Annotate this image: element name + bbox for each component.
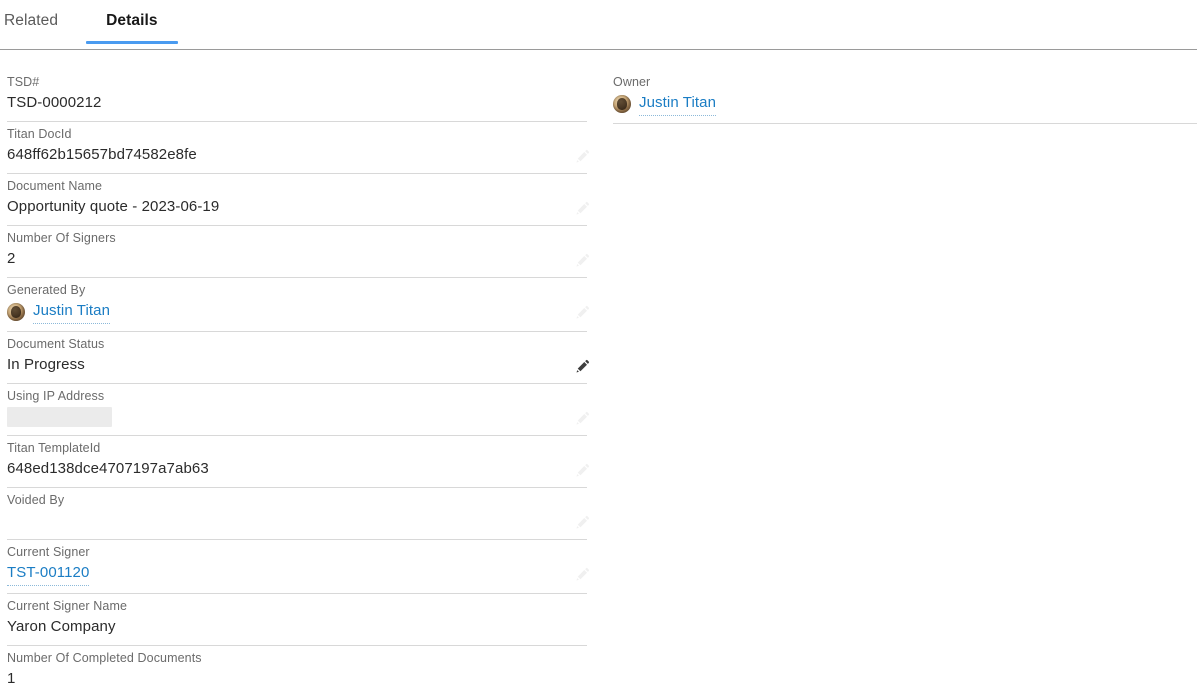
record-tab-bar: Related Details xyxy=(0,0,1197,50)
field-current-signer: Current Signer TST-001120 xyxy=(7,540,589,594)
link-current-signer[interactable]: TST-001120 xyxy=(7,562,90,586)
text-current-signer-name: Yaron Company xyxy=(7,618,116,635)
field-value-owner: Justin Titan xyxy=(613,90,1197,116)
field-tsd: TSD# TSD-0000212 xyxy=(7,70,587,122)
text-titan-docid: 648ff62b15657bd74582e8fe xyxy=(7,146,197,163)
detail-column-right: Owner Justin Titan xyxy=(600,70,1197,692)
field-using-ip-address: Using IP Address xyxy=(7,384,589,436)
detail-column-left: TSD# TSD-0000212 Titan DocId 648ff62b15657b… xyxy=(0,70,600,692)
text-number-of-completed-documents: 1 xyxy=(7,670,16,687)
field-label-owner: Owner xyxy=(613,75,651,89)
field-number-of-signers: Number Of Signers 2 xyxy=(7,226,589,278)
edit-pencil-icon-titan-templateid[interactable] xyxy=(571,459,593,481)
field-titan-docid: Titan DocId 648ff62b15657bd74582e8fe xyxy=(7,122,589,174)
field-label-current-signer-name: Current Signer Name xyxy=(7,599,128,613)
tab-related[interactable]: Related xyxy=(4,0,84,43)
text-titan-templateid: 648ed138dce4707197a7ab63 xyxy=(7,460,209,477)
edit-pencil-icon-number-of-signers[interactable] xyxy=(571,249,593,271)
tab-details-label: Details xyxy=(106,12,158,29)
field-owner: Owner Justin Titan xyxy=(613,70,1197,124)
link-owner[interactable]: Justin Titan xyxy=(639,92,717,116)
edit-pencil-icon-titan-docid[interactable] xyxy=(571,145,593,167)
edit-pencil-icon-document-status[interactable] xyxy=(571,355,593,377)
tab-details[interactable]: Details xyxy=(84,0,180,44)
tab-related-label: Related xyxy=(4,12,59,29)
field-value-titan-templateid: 648ed138dce4707197a7ab63 xyxy=(7,456,587,480)
edit-pencil-icon-current-signer[interactable] xyxy=(571,563,593,585)
field-label-titan-docid: Titan DocId xyxy=(7,127,72,141)
field-label-generated-by: Generated By xyxy=(7,283,86,297)
edit-pencil-icon-document-name[interactable] xyxy=(571,197,593,219)
field-current-signer-name: Current Signer Name Yaron Company xyxy=(7,594,587,646)
field-label-using-ip-address: Using IP Address xyxy=(7,389,105,403)
field-value-titan-docid: 648ff62b15657bd74582e8fe xyxy=(7,142,587,166)
text-document-name: Opportunity quote - 2023-06-19 xyxy=(7,198,220,215)
field-document-status: Document Status In Progress xyxy=(7,332,589,384)
field-value-using-ip-address xyxy=(7,404,587,428)
field-value-number-of-completed-documents: 1 xyxy=(7,666,587,690)
field-label-document-status: Document Status xyxy=(7,337,105,351)
field-label-current-signer: Current Signer xyxy=(7,545,90,559)
user-avatar-icon xyxy=(7,303,25,321)
field-value-tsd: TSD-0000212 xyxy=(7,90,587,114)
field-value-current-signer-name: Yaron Company xyxy=(7,614,587,638)
field-value-generated-by: Justin Titan xyxy=(7,298,587,324)
field-label-number-of-completed-documents: Number Of Completed Documents xyxy=(7,651,202,665)
edit-pencil-icon-generated-by[interactable] xyxy=(571,301,593,323)
field-label-tsd: TSD# xyxy=(7,75,40,89)
link-generated-by[interactable]: Justin Titan xyxy=(33,300,111,324)
field-generated-by: Generated By Justin Titan xyxy=(7,278,589,332)
field-document-name: Document Name Opportunity quote - 2023-06… xyxy=(7,174,589,226)
text-number-of-signers: 2 xyxy=(7,250,16,267)
field-label-document-name: Document Name xyxy=(7,179,103,193)
field-value-document-name: Opportunity quote - 2023-06-19 xyxy=(7,194,587,218)
loading-placeholder-using-ip-address xyxy=(7,407,112,427)
field-value-current-signer: TST-001120 xyxy=(7,560,587,586)
text-document-status: In Progress xyxy=(7,356,85,373)
field-titan-templateid: Titan TemplateId 648ed138dce4707197a7ab63 xyxy=(7,436,589,488)
field-label-voided-by: Voided By xyxy=(7,493,65,507)
field-label-number-of-signers: Number Of Signers xyxy=(7,231,116,245)
edit-pencil-icon-voided-by[interactable] xyxy=(571,511,593,533)
field-value-document-status: In Progress xyxy=(7,352,587,376)
record-detail-body: TSD# TSD-0000212 Titan DocId 648ff62b15657b… xyxy=(0,50,1197,692)
text-tsd: TSD-0000212 xyxy=(7,94,102,111)
field-value-number-of-signers: 2 xyxy=(7,246,587,270)
field-number-of-completed-documents: Number Of Completed Documents 1 xyxy=(7,646,587,692)
field-label-titan-templateid: Titan TemplateId xyxy=(7,441,101,455)
edit-pencil-icon-using-ip-address[interactable] xyxy=(571,407,593,429)
field-value-voided-by xyxy=(7,508,587,532)
field-voided-by: Voided By xyxy=(7,488,589,540)
user-avatar-icon xyxy=(613,95,631,113)
